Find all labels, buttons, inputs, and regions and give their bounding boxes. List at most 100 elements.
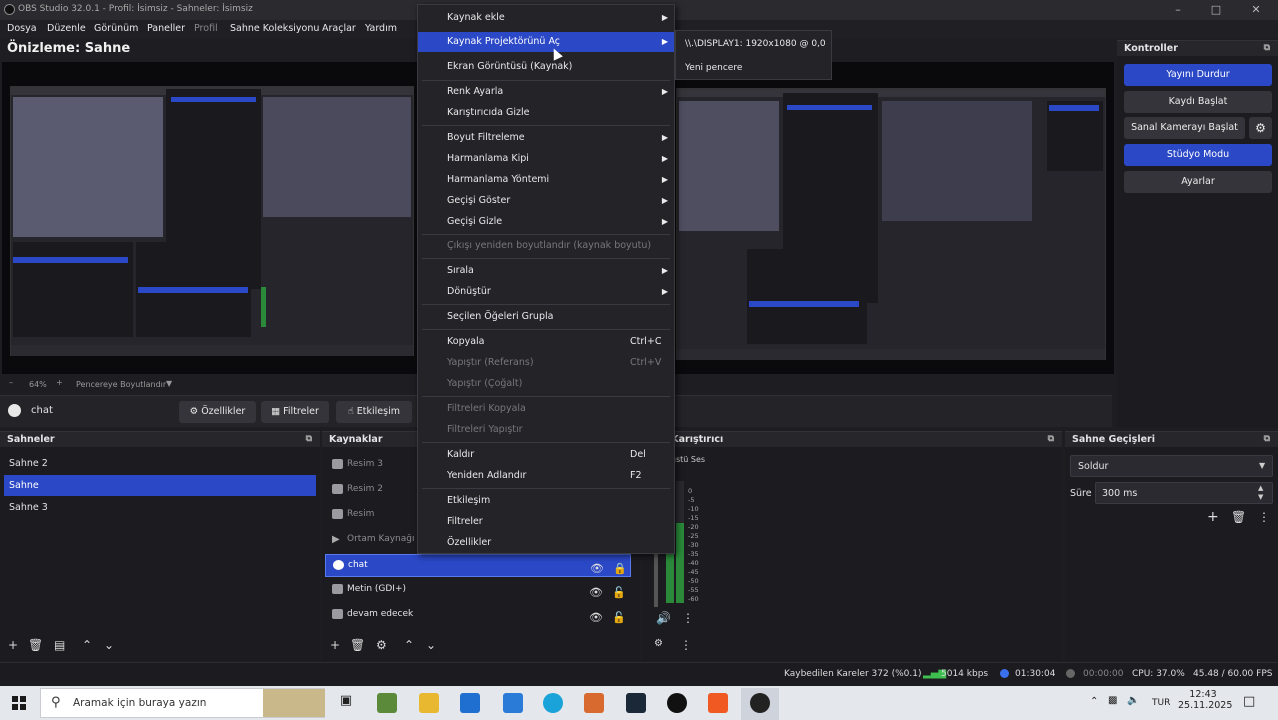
filters-button[interactable]: ▦ Filtreler bbox=[261, 401, 329, 423]
studio-mode-button[interactable]: Stüdyo Modu bbox=[1124, 144, 1272, 166]
menu-transform[interactable]: Dönüştür ▶ bbox=[418, 282, 674, 302]
scene-filters-icon[interactable]: ▤ bbox=[54, 638, 65, 652]
visibility-eye-icon[interactable]: 👁 bbox=[590, 558, 604, 579]
scene-item-selected[interactable]: Sahne bbox=[4, 475, 316, 496]
fit-to-window[interactable]: Pencereye Boyutlandır bbox=[76, 380, 166, 389]
remove-transition-icon[interactable]: 🗑 bbox=[1231, 510, 1246, 524]
zoom-in-icon[interactable]: + bbox=[56, 378, 63, 387]
menu-hide-in-mixer[interactable]: Karıştırıcıda Gizle bbox=[418, 103, 674, 123]
menu-view[interactable]: Görünüm bbox=[94, 23, 138, 34]
menu-scale-filter[interactable]: Boyut Filtreleme ▶ bbox=[418, 128, 674, 148]
menu-help[interactable]: Yardım bbox=[365, 23, 397, 34]
source-item-selected[interactable]: chat 👁 🔒 bbox=[325, 554, 631, 577]
menu-hide-transition[interactable]: Geçişi Gizle ▶ bbox=[418, 212, 674, 232]
speaker-icon[interactable]: 🔊 bbox=[656, 611, 671, 625]
menu-tools[interactable]: Araçlar bbox=[322, 23, 356, 34]
undock-icon[interactable]: ⧉ bbox=[1048, 434, 1054, 444]
menu-scene-collection[interactable]: Sahne Koleksiyonu bbox=[230, 23, 319, 34]
menu-copy[interactable]: Kopyala Ctrl+C bbox=[418, 332, 674, 352]
source-settings-gear-icon[interactable]: ⚙ bbox=[376, 638, 387, 652]
edge-browser-icon[interactable] bbox=[543, 693, 563, 713]
stop-stream-button[interactable]: Yayını Durdur bbox=[1124, 64, 1272, 86]
mixer-menu-icon[interactable]: ⋮ bbox=[680, 638, 692, 652]
source-item[interactable]: Metin (GDI+) 👁 🔓 bbox=[325, 579, 631, 600]
menu-open-projector[interactable]: Kaynak Projektörünü Aç ▶ bbox=[418, 32, 674, 52]
minimize-icon[interactable]: – bbox=[1168, 2, 1188, 18]
menu-color[interactable]: Renk Ayarla ▶ bbox=[418, 82, 674, 102]
menu-properties[interactable]: Özellikler bbox=[418, 533, 674, 553]
maximize-icon[interactable]: □ bbox=[1206, 2, 1226, 18]
undock-icon[interactable]: ⧉ bbox=[1264, 434, 1270, 444]
menu-order[interactable]: Sırala ▶ bbox=[418, 261, 674, 281]
menu-profile[interactable]: Profil bbox=[194, 23, 218, 34]
menu-add-source[interactable]: Kaynak ekle ▶ bbox=[418, 8, 674, 28]
add-transition-icon[interactable]: + bbox=[1207, 509, 1219, 525]
windows-start-icon[interactable] bbox=[12, 696, 26, 710]
mixer-settings-icon[interactable]: ⚙ bbox=[654, 638, 663, 649]
properties-button[interactable]: ⚙ Özellikler bbox=[179, 401, 256, 423]
move-up-icon[interactable]: ⌃ bbox=[404, 638, 414, 652]
visibility-eye-icon[interactable]: 👁 bbox=[589, 607, 603, 628]
menu-edit[interactable]: Düzenle bbox=[47, 23, 86, 34]
brave-browser-icon[interactable] bbox=[708, 693, 728, 713]
file-explorer-icon[interactable] bbox=[419, 693, 439, 713]
taskbar-clock[interactable]: 12:43 25.11.2025 bbox=[1178, 689, 1232, 711]
menu-blend-method[interactable]: Harmanlama Yöntemi ▶ bbox=[418, 170, 674, 190]
undock-icon[interactable]: ⧉ bbox=[306, 434, 312, 444]
remove-source-icon[interactable]: 🗑 bbox=[350, 638, 365, 652]
virtual-camera-gear-icon[interactable]: ⚙ bbox=[1249, 117, 1272, 139]
settings-button[interactable]: Ayarlar bbox=[1124, 171, 1272, 193]
visibility-eye-icon[interactable]: 👁 bbox=[589, 582, 603, 603]
projector-display1[interactable]: \\.\DISPLAY1: 1920x1080 @ 0,0 bbox=[676, 33, 831, 55]
undock-icon[interactable]: ⧉ bbox=[1264, 43, 1270, 53]
taskbar-search-box[interactable]: ⚲ Aramak için buraya yazın bbox=[40, 688, 325, 718]
close-icon[interactable]: ✕ bbox=[1246, 2, 1266, 18]
language-indicator[interactable]: TUR bbox=[1152, 698, 1170, 708]
move-down-icon[interactable]: ⌄ bbox=[104, 638, 114, 652]
menu-show-transition[interactable]: Geçişi Göster ▶ bbox=[418, 191, 674, 211]
menu-filters[interactable]: Filtreler bbox=[418, 512, 674, 532]
scene-item[interactable]: Sahne 2 bbox=[4, 453, 316, 474]
photos-icon[interactable] bbox=[584, 693, 604, 713]
add-source-icon[interactable]: + bbox=[330, 638, 340, 652]
unlock-icon[interactable]: 🔓 bbox=[612, 607, 626, 628]
menu-docks[interactable]: Paneller bbox=[147, 23, 185, 34]
task-view-icon[interactable]: ▣ bbox=[336, 693, 356, 713]
network-icon[interactable]: ▩ bbox=[1108, 695, 1117, 706]
volume-icon[interactable]: 🔈 bbox=[1127, 695, 1139, 706]
lock-icon[interactable]: 🔒 bbox=[613, 558, 627, 579]
tiktok-icon[interactable] bbox=[667, 693, 687, 713]
move-up-icon[interactable]: ⌃ bbox=[82, 638, 92, 652]
menu-remove[interactable]: Kaldır Del bbox=[418, 445, 674, 465]
start-record-button[interactable]: Kaydı Başlat bbox=[1124, 91, 1272, 113]
spin-arrows-icon[interactable]: ▲ ▼ bbox=[1258, 484, 1263, 502]
tray-expand-icon[interactable]: ⌃ bbox=[1090, 696, 1098, 707]
minecraft-icon[interactable] bbox=[377, 693, 397, 713]
steam-icon[interactable] bbox=[626, 693, 646, 713]
menu-interact[interactable]: Etkileşim bbox=[418, 491, 674, 511]
menu-blend-mode[interactable]: Harmanlama Kipi ▶ bbox=[418, 149, 674, 169]
move-down-icon[interactable]: ⌄ bbox=[426, 638, 436, 652]
menu-screenshot[interactable]: Ekran Görüntüsü (Kaynak) bbox=[418, 57, 674, 77]
outlook-icon[interactable] bbox=[460, 693, 480, 713]
zoom-dropdown-icon[interactable]: ▼ bbox=[166, 379, 172, 388]
add-scene-icon[interactable]: + bbox=[8, 638, 18, 652]
remove-scene-icon[interactable]: 🗑 bbox=[28, 638, 43, 652]
notifications-icon[interactable]: □ bbox=[1243, 694, 1255, 709]
transition-menu-icon[interactable]: ⋮ bbox=[1258, 510, 1270, 524]
unlock-icon[interactable]: 🔓 bbox=[612, 582, 626, 603]
more-vertical-icon[interactable]: ⋮ bbox=[682, 611, 694, 625]
transition-select[interactable]: Soldur ▼ bbox=[1070, 455, 1273, 477]
menu-rename[interactable]: Yeniden Adlandır F2 bbox=[418, 466, 674, 486]
scene-item[interactable]: Sahne 3 bbox=[4, 497, 316, 518]
virtual-camera-button[interactable]: Sanal Kamerayı Başlat bbox=[1124, 117, 1245, 139]
duration-spinbox[interactable]: 300 ms ▲ ▼ bbox=[1095, 482, 1273, 504]
zoom-out-icon[interactable]: – bbox=[9, 378, 13, 387]
interact-button[interactable]: ☝ Etkileşim bbox=[336, 401, 412, 423]
projector-new-window[interactable]: Yeni pencere bbox=[676, 57, 831, 79]
obs-taskbar-active[interactable] bbox=[741, 688, 779, 720]
tool-icon[interactable] bbox=[503, 693, 523, 713]
menu-group-selected[interactable]: Seçilen Öğeleri Grupla bbox=[418, 307, 674, 327]
source-item[interactable]: devam edecek 👁 🔓 bbox=[325, 604, 631, 625]
menu-file[interactable]: Dosya bbox=[7, 23, 37, 34]
